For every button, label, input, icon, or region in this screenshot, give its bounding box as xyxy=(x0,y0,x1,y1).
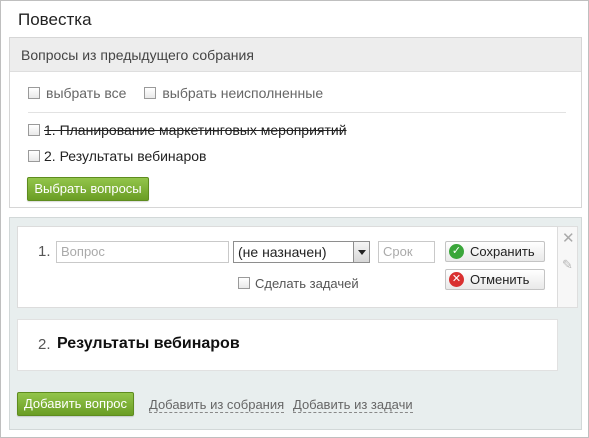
agenda-item-editor: 1. Вопрос (не назначен) Срок Сделать зад… xyxy=(17,226,558,308)
save-label: Сохранить xyxy=(470,244,535,259)
add-from-task-link[interactable]: Добавить из задачи xyxy=(293,397,413,413)
save-button[interactable]: ✓ Сохранить xyxy=(445,241,545,262)
item-number: 1. xyxy=(38,243,51,260)
assignee-select[interactable]: (не назначен) xyxy=(233,241,370,263)
question-label: 2. Результаты вебинаров xyxy=(44,148,207,164)
question-label: 1. Планирование маркетинговых мероприяти… xyxy=(44,122,347,138)
divider xyxy=(28,112,566,113)
assignee-value: (не назначен) xyxy=(238,244,327,260)
previous-meeting-panel: Вопросы из предыдущего собрания выбрать … xyxy=(9,37,582,208)
select-all-option[interactable]: выбрать все xyxy=(28,85,130,101)
select-all-label[interactable]: выбрать все xyxy=(46,85,126,101)
make-task-checkbox[interactable] xyxy=(238,277,250,289)
question-checkbox[interactable] xyxy=(28,124,40,136)
select-unfinished-option[interactable]: выбрать неисполненные xyxy=(144,85,323,101)
close-icon[interactable]: ✕ xyxy=(562,229,575,247)
question-input[interactable]: Вопрос xyxy=(56,241,229,263)
agenda-window: Повестка Вопросы из предыдущего собрания… xyxy=(0,0,589,438)
agenda-item[interactable]: 2. Результаты вебинаров xyxy=(17,319,558,371)
chevron-down-icon[interactable] xyxy=(353,242,369,262)
cancel-label: Отменить xyxy=(470,272,530,287)
selection-options: выбрать все выбрать неисполненные xyxy=(28,85,337,101)
add-from-meeting-link[interactable]: Добавить из собрания xyxy=(149,397,285,413)
select-questions-button[interactable]: Выбрать вопросы xyxy=(27,177,149,201)
item-tools: ✕ ✎ xyxy=(558,226,578,308)
cancel-button[interactable]: ✕ Отменить xyxy=(445,269,545,290)
item-label: Результаты вебинаров xyxy=(57,335,240,352)
select-unfinished-label[interactable]: выбрать неисполненные xyxy=(162,85,323,101)
pencil-icon[interactable]: ✎ xyxy=(562,257,573,273)
page-title: Повестка xyxy=(18,10,92,29)
previous-meeting-title: Вопросы из предыдущего собрания xyxy=(10,38,581,72)
question-checkbox[interactable] xyxy=(28,150,40,162)
cross-circle-icon: ✕ xyxy=(449,272,464,287)
deadline-input[interactable]: Срок xyxy=(378,241,435,263)
select-all-checkbox[interactable] xyxy=(28,87,40,99)
item-number: 2. xyxy=(38,336,51,353)
check-circle-icon: ✓ xyxy=(449,244,464,259)
previous-question-item[interactable]: 1. Планирование маркетинговых мероприяти… xyxy=(28,122,347,138)
make-task-option[interactable]: Сделать задачей xyxy=(238,276,359,291)
make-task-label[interactable]: Сделать задачей xyxy=(255,276,359,291)
agenda-panel: 1. Вопрос (не назначен) Срок Сделать зад… xyxy=(9,217,582,430)
add-question-button[interactable]: Добавить вопрос xyxy=(17,392,134,416)
previous-question-item[interactable]: 2. Результаты вебинаров xyxy=(28,148,206,164)
select-unfinished-checkbox[interactable] xyxy=(144,87,157,99)
